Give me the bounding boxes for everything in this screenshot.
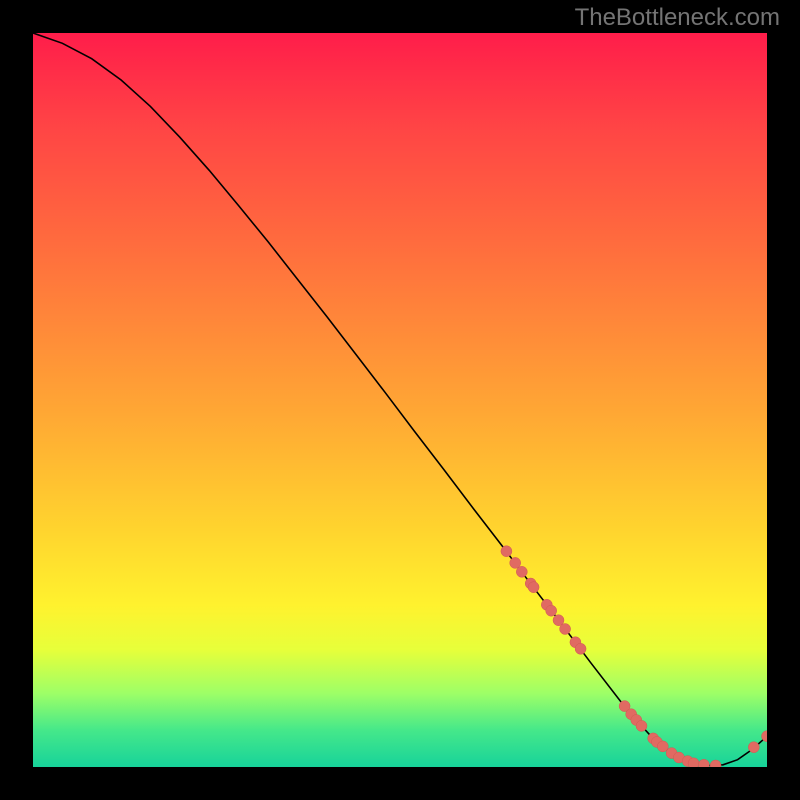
data-marker bbox=[528, 582, 539, 593]
chart-overlay bbox=[33, 33, 767, 767]
watermark-text: TheBottleneck.com bbox=[575, 4, 780, 32]
data-marker bbox=[575, 643, 586, 654]
bottleneck-curve bbox=[33, 33, 767, 766]
data-marker bbox=[688, 758, 699, 767]
data-marker bbox=[748, 742, 759, 753]
data-marker bbox=[560, 624, 571, 635]
data-marker bbox=[698, 759, 709, 767]
data-marker bbox=[510, 557, 521, 568]
data-marker bbox=[710, 760, 721, 767]
data-marker bbox=[636, 720, 647, 731]
data-marker bbox=[546, 605, 557, 616]
data-marker bbox=[501, 546, 512, 557]
chart-frame: TheBottleneck.com bbox=[0, 0, 800, 800]
marker-group bbox=[501, 546, 767, 767]
data-marker bbox=[516, 566, 527, 577]
